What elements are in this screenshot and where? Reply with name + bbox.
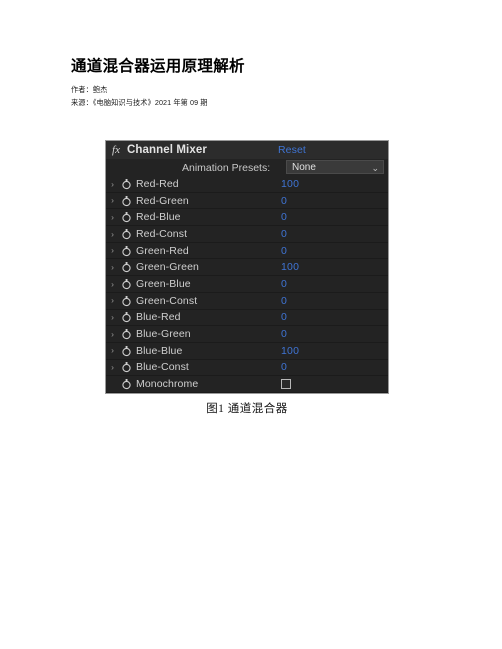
chevron-down-icon: ⌄ (371, 163, 379, 173)
source-line: 来源：《电脑知识与技术》2021 年第 09 期 (71, 98, 208, 107)
parameter-value[interactable]: 0 (281, 278, 287, 290)
parameter-label: Green-Blue (136, 277, 191, 290)
parameter-row[interactable]: › Green-Red 0 (106, 243, 388, 260)
stopwatch-icon[interactable] (119, 295, 133, 307)
stopwatch-icon[interactable] (119, 378, 133, 390)
chevron-right-icon[interactable]: › (106, 246, 119, 255)
parameter-value[interactable]: 0 (281, 311, 287, 323)
page-title: 通道混合器运用原理解析 (71, 58, 245, 75)
parameter-value[interactable]: 0 (281, 328, 287, 340)
parameter-label: Monochrome (136, 378, 199, 391)
figure-caption: 图1 通道混合器 (206, 403, 288, 415)
parameter-rows: › Red-Red 100 › Red-Green 0 › Red-Blue 0 › Red-Con… (106, 176, 388, 393)
stopwatch-icon[interactable] (119, 178, 133, 190)
parameter-row[interactable]: › Green-Blue 0 (106, 276, 388, 293)
stopwatch-icon[interactable] (119, 361, 133, 373)
parameter-label: Red-Blue (136, 211, 181, 224)
parameter-label: Red-Green (136, 194, 189, 207)
chevron-right-icon[interactable]: › (106, 363, 119, 372)
channel-mixer-panel: fx Channel Mixer Reset Animation Presets… (105, 140, 389, 394)
chevron-right-icon[interactable]: › (106, 346, 119, 355)
chevron-right-icon[interactable]: › (106, 280, 119, 289)
parameter-value[interactable]: 0 (281, 228, 287, 240)
stopwatch-icon[interactable] (119, 228, 133, 240)
author-line: 作者：鲍杰 (71, 85, 108, 94)
stopwatch-icon[interactable] (119, 245, 133, 257)
chevron-right-icon[interactable]: › (106, 313, 119, 322)
parameter-row[interactable]: › Red-Blue 0 (106, 209, 388, 227)
parameter-value[interactable]: 0 (281, 295, 287, 307)
chevron-right-icon[interactable]: › (106, 330, 119, 339)
document-page: 通道混合器运用原理解析 作者：鲍杰 来源：《电脑知识与技术》2021 年第 09… (0, 0, 502, 649)
parameter-label: Red-Red (136, 177, 179, 190)
figure-channel-mixer: fx Channel Mixer Reset Animation Presets… (105, 140, 389, 394)
parameter-label: Green-Green (136, 261, 199, 274)
parameter-label: Red-Const (136, 227, 188, 240)
panel-header: fx Channel Mixer Reset (106, 141, 388, 159)
parameter-label: Green-Red (136, 244, 189, 257)
parameter-row[interactable]: › Green-Const 0 (106, 293, 388, 310)
parameter-label: Blue-Green (136, 328, 191, 341)
parameter-value[interactable]: 100 (281, 345, 299, 357)
parameter-row[interactable]: › Red-Green 0 (106, 193, 388, 210)
chevron-right-icon[interactable]: › (106, 263, 119, 272)
animation-presets-value: None (292, 161, 316, 173)
animation-presets-select[interactable]: None ⌄ (286, 160, 384, 174)
parameter-value[interactable]: 0 (281, 361, 287, 373)
parameter-row[interactable]: › Blue-Green 0 (106, 326, 388, 343)
parameter-row[interactable]: › Blue-Const 0 (106, 360, 388, 377)
parameter-label: Blue-Red (136, 311, 181, 324)
parameter-row[interactable]: › Red-Red 100 (106, 176, 388, 193)
animation-presets-label: Animation Presets: (182, 161, 271, 174)
stopwatch-icon[interactable] (119, 311, 133, 323)
stopwatch-icon[interactable] (119, 278, 133, 290)
fx-icon: fx (112, 143, 120, 156)
chevron-right-icon[interactable]: › (106, 296, 119, 305)
parameter-row[interactable]: › Red-Const 0 (106, 226, 388, 243)
reset-button[interactable]: Reset (278, 144, 306, 156)
parameter-label: Blue-Const (136, 361, 189, 374)
parameter-row[interactable]: › Green-Green 100 (106, 259, 388, 277)
parameter-value[interactable]: 0 (281, 195, 287, 207)
parameter-label: Green-Const (136, 294, 198, 307)
parameter-value[interactable]: 100 (281, 178, 299, 190)
parameter-value[interactable]: 0 (281, 245, 287, 257)
panel-title: Channel Mixer (127, 144, 207, 156)
parameter-row[interactable]: › Blue-Red 0 (106, 310, 388, 327)
stopwatch-icon[interactable] (119, 195, 133, 207)
parameter-row[interactable]: › Blue-Blue 100 (106, 343, 388, 360)
parameter-value[interactable]: 100 (281, 261, 299, 273)
animation-presets-row: Animation Presets: None ⌄ (106, 159, 388, 176)
stopwatch-icon[interactable] (119, 328, 133, 340)
stopwatch-icon[interactable] (119, 211, 133, 223)
parameter-label: Blue-Blue (136, 344, 183, 357)
parameter-value[interactable]: 0 (281, 211, 287, 223)
chevron-right-icon[interactable]: › (106, 230, 119, 239)
stopwatch-icon[interactable] (119, 345, 133, 357)
chevron-right-icon[interactable]: › (106, 196, 119, 205)
parameter-row[interactable]: ›Monochrome (106, 376, 388, 393)
stopwatch-icon[interactable] (119, 261, 133, 273)
chevron-right-icon[interactable]: › (106, 213, 119, 222)
chevron-right-icon[interactable]: › (106, 180, 119, 189)
monochrome-checkbox[interactable] (281, 379, 291, 390)
